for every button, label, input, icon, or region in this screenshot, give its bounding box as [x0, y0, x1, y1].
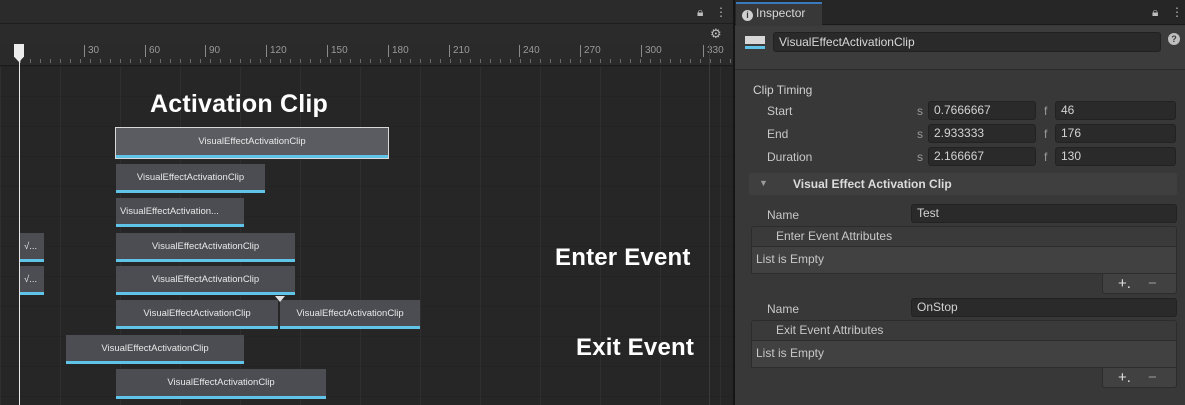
clip-timing-title: Clip Timing — [753, 83, 813, 97]
activation-clip[interactable]: √... — [20, 266, 44, 295]
ruler-tick: 120 — [266, 45, 287, 57]
foldout-arrow-icon: ▼ — [759, 178, 768, 188]
frames-unit: f — [1044, 150, 1048, 164]
event-marker-icon[interactable] — [275, 296, 285, 302]
activation-clip[interactable]: VisualEffectActivationClip — [116, 300, 278, 329]
exit-attributes-list-header[interactable]: Exit Event Attributes — [751, 320, 1177, 341]
ruler-tick: 90 — [205, 45, 220, 57]
ruler-tick: 300 — [641, 45, 662, 57]
exit-event-name-field[interactable]: OnStop — [911, 298, 1177, 317]
foldout-title: Visual Effect Activation Clip — [793, 177, 952, 191]
ruler-tick: 30 — [84, 45, 99, 57]
timeline-toolbar: 🔒︎ ⋮ — [0, 0, 733, 24]
timeline-secondary-toolbar: ⚙ — [0, 24, 733, 44]
end-label: End — [767, 127, 789, 141]
inspector-object-header: VisualEffectActivationClip ? — [735, 26, 1185, 70]
activation-clip[interactable]: VisualEffectActivationClip — [115, 127, 389, 159]
lock-icon[interactable]: 🔒︎ — [1152, 5, 1158, 19]
gear-icon[interactable]: ⚙ — [710, 27, 722, 41]
inspector-tab-bar: i Inspector 🔒︎ ⋮ — [735, 0, 1185, 25]
remove-icon[interactable]: − — [1148, 275, 1157, 292]
timeline-panel: 🔒︎ ⋮ ⚙ 30 60 90 120 150 180 210 240 270 … — [0, 0, 733, 405]
tab-inspector[interactable]: i Inspector — [736, 2, 822, 25]
more-menu-icon[interactable]: ⋮ — [715, 5, 727, 19]
start-label: Start — [767, 104, 793, 118]
end-frames-field[interactable]: 176 — [1055, 124, 1176, 143]
enter-attributes-list-empty: List is Empty — [751, 247, 1177, 274]
inspector-panel: i Inspector 🔒︎ ⋮ VisualEffectActivationCl… — [735, 0, 1185, 405]
seconds-unit: s — [917, 104, 923, 118]
tab-inspector-label: Inspector — [756, 6, 806, 20]
object-name-field[interactable]: VisualEffectActivationClip — [773, 32, 1161, 52]
add-icon[interactable]: +. — [1118, 369, 1131, 386]
enter-name-label: Name — [767, 208, 800, 222]
ruler-tick: 240 — [519, 45, 540, 57]
enter-event-name-field[interactable]: Test — [911, 204, 1177, 223]
frames-unit: f — [1044, 127, 1048, 141]
more-menu-icon[interactable]: ⋮ — [1171, 5, 1183, 19]
timeline-clip-icon — [745, 34, 765, 52]
end-seconds-field[interactable]: 2.933333 — [928, 124, 1036, 143]
seconds-unit: s — [917, 150, 923, 164]
activation-clip[interactable]: VisualEffectActivation... — [116, 198, 244, 227]
activation-clip[interactable]: VisualEffectActivationClip — [116, 369, 326, 399]
info-icon: i — [742, 10, 753, 21]
activation-clip[interactable]: VisualEffectActivationClip — [66, 335, 244, 364]
ruler-tick: 180 — [388, 45, 409, 57]
add-icon[interactable]: +. — [1118, 275, 1131, 292]
help-icon[interactable]: ? — [1168, 33, 1180, 45]
playhead-line — [19, 44, 20, 405]
activation-clip[interactable]: √... — [20, 233, 44, 262]
duration-seconds-field[interactable]: 2.166667 — [928, 147, 1036, 166]
timeline-end-line — [709, 44, 710, 405]
enter-attributes-list-footer: +. − — [1102, 274, 1177, 294]
callout-activation-clip: Activation Clip — [150, 90, 329, 118]
callout-enter-event: Enter Event — [555, 244, 691, 271]
callout-exit-event: Exit Event — [576, 334, 695, 361]
ruler-tick: 270 — [580, 45, 601, 57]
ruler-tick: 330 — [703, 45, 724, 57]
duration-frames-field[interactable]: 130 — [1055, 147, 1176, 166]
activation-clip-foldout[interactable]: ▼ Visual Effect Activation Clip — [749, 173, 1177, 195]
activation-clip[interactable]: VisualEffectActivationClip — [280, 300, 420, 329]
exit-attributes-list-footer: +. − — [1102, 368, 1177, 388]
exit-attributes-list-empty: List is Empty — [751, 341, 1177, 368]
lock-icon[interactable]: 🔒︎ — [697, 5, 703, 19]
ruler-minor-ticks — [20, 59, 733, 63]
activation-clip[interactable]: VisualEffectActivationClip — [116, 233, 295, 262]
start-frames-field[interactable]: 46 — [1055, 101, 1176, 120]
ruler-tick: 210 — [449, 45, 470, 57]
ruler-tick: 150 — [327, 45, 348, 57]
frames-unit: f — [1044, 104, 1048, 118]
activation-clip[interactable]: VisualEffectActivationClip — [116, 266, 295, 295]
enter-attributes-list-header[interactable]: Enter Event Attributes — [751, 226, 1177, 247]
ruler-tick: 60 — [145, 45, 160, 57]
activation-clip[interactable]: VisualEffectActivationClip — [116, 164, 265, 193]
seconds-unit: s — [917, 127, 923, 141]
start-seconds-field[interactable]: 0.7666667 — [928, 101, 1036, 120]
time-ruler[interactable]: 30 60 90 120 150 180 210 240 270 300 330 — [0, 44, 733, 66]
duration-label: Duration — [767, 150, 813, 164]
exit-name-label: Name — [767, 302, 800, 316]
remove-icon[interactable]: − — [1148, 369, 1157, 386]
